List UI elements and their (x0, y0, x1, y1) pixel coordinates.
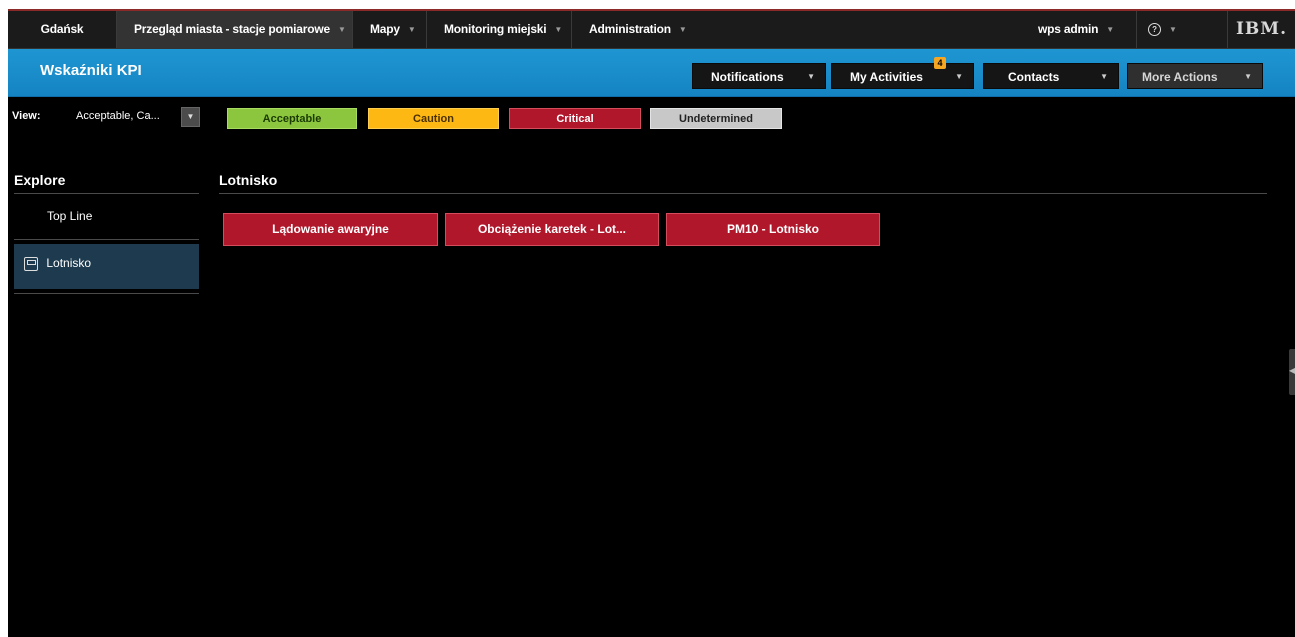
view-label: View: (12, 110, 41, 122)
nav-tab-label: Administration (589, 22, 671, 36)
page-title: Wskaźniki KPI (40, 62, 142, 79)
divider (219, 193, 1267, 194)
panel-collapse-handle[interactable]: ◀ (1289, 349, 1295, 395)
help-menu[interactable]: ? ▼ (1148, 11, 1218, 48)
view-filter-dropdown-button[interactable]: ▼ (181, 107, 200, 127)
chevron-down-icon: ▼ (337, 25, 346, 34)
more-actions-button[interactable]: More Actions ▼ (1127, 63, 1263, 89)
explore-heading: Explore (14, 172, 66, 188)
chevron-down-icon: ▼ (407, 25, 416, 34)
chevron-down-icon: ▼ (554, 25, 563, 34)
notifications-label: Notifications (711, 70, 784, 84)
nav-tab-monitoring-miejski[interactable]: Monitoring miejski ▼ (427, 11, 571, 48)
status-chip-caution[interactable]: Caution (368, 108, 499, 129)
nav-tab-label: Mapy (370, 22, 400, 36)
my-activities-label: My Activities (850, 70, 923, 84)
chevron-down-icon: ▼ (955, 72, 963, 81)
more-actions-label: More Actions (1142, 70, 1218, 84)
status-chip-undetermined[interactable]: Undetermined (650, 108, 782, 129)
status-chip-acceptable[interactable]: Acceptable (227, 108, 357, 129)
my-activities-button[interactable]: My Activities 4 ▼ (831, 57, 974, 89)
user-name: wps admin (1038, 22, 1099, 36)
sidebar-item-top-line[interactable]: Top Line (14, 209, 199, 239)
kpi-tile-pm10-lotnisko[interactable]: PM10 - Lotnisko (666, 213, 880, 246)
ibm-logo: IBM. (1227, 11, 1295, 48)
station-icon (24, 256, 38, 271)
nav-tab-przeglad-miasta[interactable]: Przegląd miasta - stacje pomiarowe ▼ (117, 11, 352, 48)
user-menu[interactable]: wps admin ▼ (1038, 11, 1136, 48)
nav-tab-administration[interactable]: Administration ▼ (572, 11, 692, 48)
nav-tab-mapy[interactable]: Mapy ▼ (353, 11, 426, 48)
app-window: Gdańsk Przegląd miasta - stacje pomiarow… (8, 9, 1295, 637)
contacts-button[interactable]: Contacts ▼ (983, 63, 1119, 89)
nav-city-label: Gdańsk (40, 22, 84, 36)
notifications-button[interactable]: Notifications ▼ (692, 63, 826, 89)
top-navigation-bar: Gdańsk Przegląd miasta - stacje pomiarow… (8, 11, 1295, 49)
sidebar-item-label: Lotnisko (46, 256, 92, 270)
divider (14, 239, 199, 240)
kpi-tile-ladowanie-awaryjne[interactable]: Lądowanie awaryjne (223, 213, 438, 246)
chevron-down-icon: ▼ (807, 72, 815, 81)
section-heading: Lotnisko (219, 172, 278, 188)
activities-count-badge: 4 (934, 57, 946, 69)
sidebar-item-lotnisko[interactable]: Lotnisko (14, 244, 199, 289)
page-banner: Wskaźniki KPI Notifications ▼ My Activit… (8, 49, 1295, 97)
chevron-down-icon: ▼ (1169, 25, 1177, 34)
contacts-label: Contacts (1008, 70, 1060, 84)
nav-tab-label: Monitoring miejski (444, 22, 547, 36)
sidebar-item-label: Top Line (47, 209, 93, 223)
status-chip-critical[interactable]: Critical (509, 108, 641, 129)
chevron-down-icon: ▼ (1106, 25, 1114, 34)
help-icon: ? (1148, 23, 1161, 37)
divider (14, 193, 199, 194)
chevron-down-icon: ▼ (1244, 72, 1252, 81)
divider (14, 293, 199, 294)
kpi-tile-obciazenie-karetek[interactable]: Obciążenie karetek - Lot... (445, 213, 659, 246)
chevron-down-icon: ▼ (678, 25, 687, 34)
chevron-left-icon: ◀ (1289, 366, 1295, 375)
nav-tab-label: Przegląd miasta - stacje pomiarowe (134, 22, 330, 36)
view-filter-value[interactable]: Acceptable, Ca... (76, 110, 160, 122)
chevron-down-icon: ▼ (1100, 72, 1108, 81)
nav-city-gdansk[interactable]: Gdańsk (8, 11, 116, 48)
